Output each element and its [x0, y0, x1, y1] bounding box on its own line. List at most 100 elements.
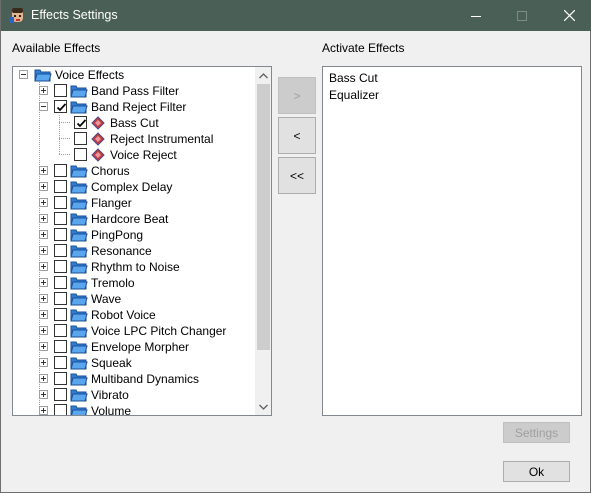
group-checkbox[interactable]	[54, 84, 67, 97]
tree-group-complex-delay[interactable]: Complex Delay	[13, 179, 255, 195]
expand-toggle[interactable]	[39, 390, 48, 399]
group-checkbox[interactable]	[54, 340, 67, 353]
expand-toggle[interactable]	[39, 278, 48, 287]
tree-group-volume[interactable]: Volume	[13, 403, 255, 415]
folder-icon	[70, 356, 88, 370]
group-checkbox[interactable]	[54, 372, 67, 385]
app-icon	[9, 7, 26, 24]
active-effects-list[interactable]: Bass Cut Equalizer	[322, 66, 582, 416]
list-item[interactable]: Equalizer	[329, 88, 379, 102]
tree-group-flanger[interactable]: Flanger	[13, 195, 255, 211]
group-checkbox[interactable]	[54, 292, 67, 305]
group-checkbox[interactable]	[54, 276, 67, 289]
tree-group-pingpong[interactable]: PingPong	[13, 227, 255, 243]
tree-group-robot-voice[interactable]: Robot Voice	[13, 307, 255, 323]
expand-toggle[interactable]	[39, 406, 48, 415]
expand-toggle[interactable]	[39, 86, 48, 95]
tree-group-band-pass-filter[interactable]: Band Pass Filter	[13, 83, 255, 99]
group-checkbox[interactable]	[54, 356, 67, 369]
expand-toggle[interactable]	[39, 246, 48, 255]
minimize-button[interactable]	[453, 0, 499, 31]
group-checkbox[interactable]	[54, 324, 67, 337]
tree-item-bass-cut[interactable]: Bass Cut	[13, 115, 255, 131]
group-checkbox[interactable]	[54, 164, 67, 177]
available-effects-tree[interactable]: Voice Effects Band Pass Filter Band Reje…	[12, 66, 272, 416]
expand-toggle[interactable]	[39, 358, 48, 367]
tree-group-tremolo[interactable]: Tremolo	[13, 275, 255, 291]
item-checkbox[interactable]	[74, 132, 87, 145]
group-checkbox[interactable]	[54, 388, 67, 401]
tree-item-label: Rhythm to Noise	[91, 260, 180, 274]
tree-item-label: Voice LPC Pitch Changer	[91, 324, 227, 338]
expand-toggle[interactable]	[39, 262, 48, 271]
tree-group-wave[interactable]: Wave	[13, 291, 255, 307]
folder-icon	[70, 196, 88, 210]
expand-toggle[interactable]	[39, 294, 48, 303]
folder-icon	[70, 388, 88, 402]
folder-icon	[70, 260, 88, 274]
item-checkbox[interactable]	[74, 116, 87, 129]
tree-group-multiband-dynamics[interactable]: Multiband Dynamics	[13, 371, 255, 387]
scroll-up-icon[interactable]	[255, 67, 271, 84]
scroll-down-icon[interactable]	[255, 398, 271, 415]
tree-item-label: Wave	[91, 292, 122, 306]
expand-toggle[interactable]	[39, 230, 48, 239]
group-checkbox[interactable]	[54, 100, 67, 113]
tree-item-label: Reject Instrumental	[110, 132, 214, 146]
tree-group-chorus[interactable]: Chorus	[13, 163, 255, 179]
group-checkbox[interactable]	[54, 196, 67, 209]
tree-group-hardcore-beat[interactable]: Hardcore Beat	[13, 211, 255, 227]
tree-group-vibrato[interactable]: Vibrato	[13, 387, 255, 403]
folder-icon	[70, 372, 88, 386]
folder-icon	[70, 164, 88, 178]
expand-toggle[interactable]	[39, 374, 48, 383]
tree-item-label: Band Pass Filter	[91, 84, 180, 98]
tree-group-squeak[interactable]: Squeak	[13, 355, 255, 371]
tree-item-label: Voice Effects	[55, 68, 125, 82]
expand-toggle[interactable]	[39, 342, 48, 351]
expand-toggle[interactable]	[39, 198, 48, 207]
group-checkbox[interactable]	[54, 244, 67, 257]
tree-item-label: Hardcore Beat	[91, 212, 169, 226]
effect-diamond-icon	[91, 116, 105, 130]
tree-item-voice-reject[interactable]: Voice Reject	[13, 147, 255, 163]
expand-toggle[interactable]	[39, 166, 48, 175]
item-checkbox[interactable]	[74, 148, 87, 161]
maximize-button	[499, 0, 545, 31]
effects-settings-window: Effects Settings Available Effects Activ…	[0, 0, 591, 493]
tree-scrollbar[interactable]	[255, 67, 271, 415]
folder-icon	[70, 180, 88, 194]
tree-group-rhythm-to-noise[interactable]: Rhythm to Noise	[13, 259, 255, 275]
tree-viewport: Voice Effects Band Pass Filter Band Reje…	[13, 67, 255, 415]
tree-group-envelope-morpher[interactable]: Envelope Morpher	[13, 339, 255, 355]
tree-group-band-reject-filter[interactable]: Band Reject Filter	[13, 99, 255, 115]
tree-group-resonance[interactable]: Resonance	[13, 243, 255, 259]
expand-toggle[interactable]	[39, 182, 48, 191]
close-button[interactable]	[546, 0, 591, 31]
expand-toggle[interactable]	[39, 326, 48, 335]
tree-group-voice-lpc-pitch-changer[interactable]: Voice LPC Pitch Changer	[13, 323, 255, 339]
group-checkbox[interactable]	[54, 212, 67, 225]
group-checkbox[interactable]	[54, 228, 67, 241]
tree-item-reject-instrumental[interactable]: Reject Instrumental	[13, 131, 255, 147]
expand-toggle[interactable]	[39, 310, 48, 319]
collapse-toggle[interactable]	[19, 70, 28, 79]
remove-all-effects-button[interactable]: <<	[278, 157, 316, 194]
remove-effect-button[interactable]: <	[278, 117, 316, 154]
group-checkbox[interactable]	[54, 260, 67, 273]
settings-button[interactable]: Settings	[503, 422, 570, 443]
folder-icon	[70, 212, 88, 226]
ok-button[interactable]: Ok	[503, 461, 570, 482]
list-item[interactable]: Bass Cut	[329, 71, 378, 85]
add-effect-button[interactable]: >	[278, 77, 316, 114]
tree-root-voice-effects[interactable]: Voice Effects	[13, 67, 255, 83]
group-checkbox[interactable]	[54, 308, 67, 321]
expand-toggle[interactable]	[39, 214, 48, 223]
scroll-thumb[interactable]	[257, 84, 270, 350]
window-title: Effects Settings	[31, 8, 118, 22]
collapse-toggle[interactable]	[39, 102, 48, 111]
title-bar: Effects Settings	[1, 0, 591, 31]
folder-icon	[70, 100, 88, 114]
group-checkbox[interactable]	[54, 404, 67, 415]
group-checkbox[interactable]	[54, 180, 67, 193]
